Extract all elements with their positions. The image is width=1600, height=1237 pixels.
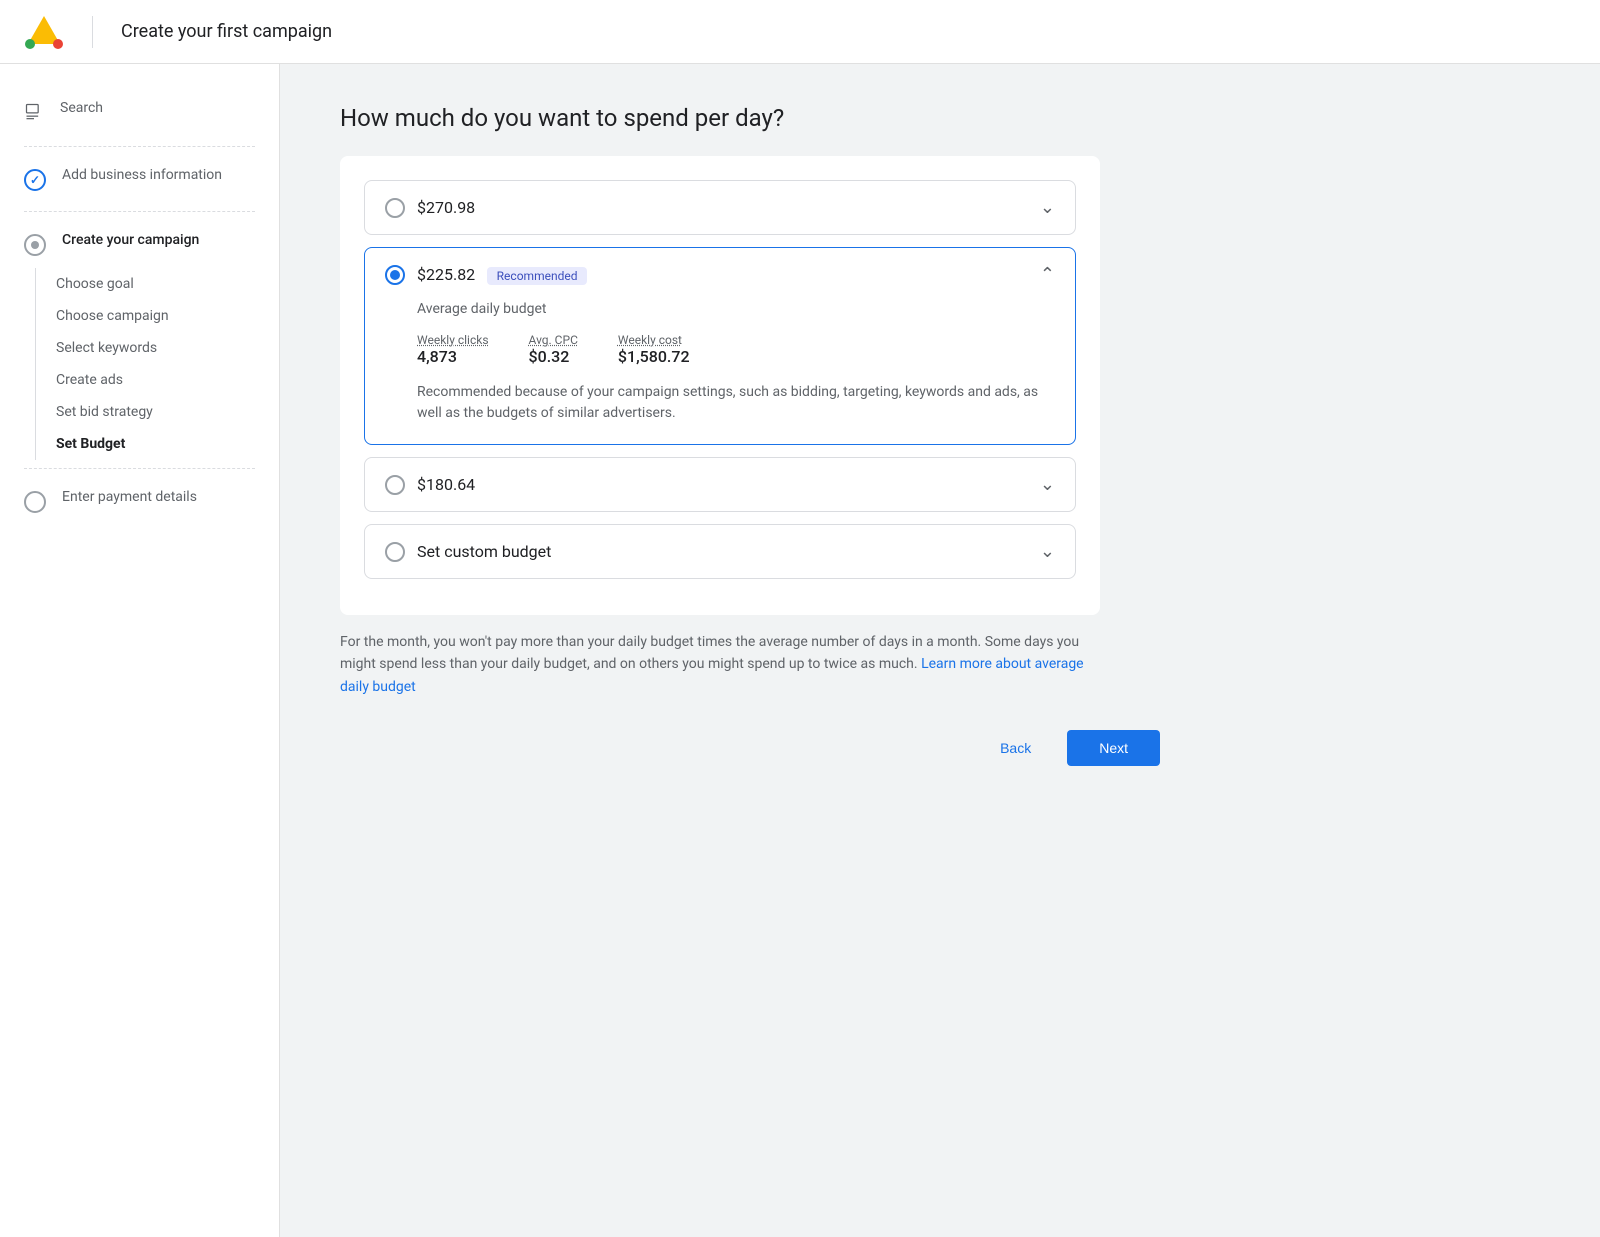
- budget-option-custom-header[interactable]: Set custom budget ⌄: [365, 525, 1075, 578]
- budget-option-180-header[interactable]: $180.64 ⌄: [365, 458, 1075, 511]
- stat-weekly-cost-value: $1,580.72: [618, 347, 690, 366]
- stat-weekly-clicks-value: 4,873: [417, 347, 489, 366]
- sidebar-payment-label: Enter payment details: [62, 489, 197, 505]
- sidebar-divider-2: [24, 211, 255, 212]
- chevron-down-icon-custom: ⌄: [1040, 541, 1055, 562]
- budget-option-270-header[interactable]: $270.98 ⌄: [365, 181, 1075, 234]
- sidebar-subitem-choose-goal[interactable]: Choose goal: [56, 268, 279, 300]
- sidebar-campaign-label: Create your campaign: [62, 232, 199, 248]
- stat-weekly-clicks-label: Weekly clicks: [417, 333, 489, 347]
- sidebar-item-create-campaign[interactable]: Create your campaign: [0, 220, 279, 268]
- main-content: How much do you want to spend per day? $…: [280, 64, 1600, 1237]
- campaign-circle-icon: [24, 234, 46, 256]
- footer-buttons: Back Next: [340, 706, 1220, 790]
- header: Create your first campaign: [0, 0, 1600, 64]
- chevron-up-icon-225: ⌃: [1040, 264, 1055, 285]
- stat-avg-cpc-label: Avg. CPC: [529, 333, 578, 347]
- stat-avg-cpc: Avg. CPC $0.32: [529, 333, 578, 366]
- header-divider: [92, 16, 93, 48]
- bottom-note: For the month, you won't pay more than y…: [340, 631, 1100, 698]
- budget-card: $270.98 ⌄ $225.82 Recommended: [340, 156, 1100, 615]
- recommendation-text: Recommended because of your campaign set…: [417, 382, 1055, 424]
- sidebar-divider-3: [24, 468, 255, 469]
- stat-weekly-cost: Weekly cost $1,580.72: [618, 333, 690, 366]
- radio-225[interactable]: [385, 265, 405, 285]
- sidebar-subitem-create-ads[interactable]: Create ads: [56, 364, 279, 396]
- stat-avg-cpc-value: $0.32: [529, 347, 578, 366]
- sidebar: Search Add business information Create y…: [0, 64, 280, 1237]
- budget-option-270[interactable]: $270.98 ⌄: [364, 180, 1076, 235]
- budget-option-180-left: $180.64: [385, 475, 475, 495]
- budget-option-270-left: $270.98: [385, 198, 475, 218]
- radio-270[interactable]: [385, 198, 405, 218]
- budget-225-title-group: $225.82 Recommended: [417, 265, 587, 284]
- budget-amount-270: $270.98: [417, 198, 475, 217]
- vertical-line: [35, 268, 36, 460]
- recommended-badge: Recommended: [487, 267, 588, 285]
- stat-weekly-cost-label: Weekly cost: [618, 333, 690, 347]
- avg-daily-label: Average daily budget: [417, 301, 1055, 317]
- sidebar-search-label: Search: [60, 100, 103, 116]
- budget-option-225-left: $225.82 Recommended: [385, 265, 587, 285]
- sidebar-item-search[interactable]: Search: [0, 88, 279, 138]
- sidebar-business-label: Add business information: [62, 167, 222, 183]
- budget-option-custom[interactable]: Set custom budget ⌄: [364, 524, 1076, 579]
- sidebar-divider-1: [24, 146, 255, 147]
- radio-225-inner: [390, 270, 400, 280]
- back-button[interactable]: Back: [976, 730, 1055, 766]
- sidebar-subitem-set-bid-strategy[interactable]: Set bid strategy: [56, 396, 279, 428]
- sidebar-subitem-select-keywords[interactable]: Select keywords: [56, 332, 279, 364]
- budget-amount-225: $225.82: [417, 265, 475, 284]
- next-button[interactable]: Next: [1067, 730, 1160, 766]
- budget-option-180[interactable]: $180.64 ⌄: [364, 457, 1076, 512]
- budget-option-225-expanded: Average daily budget Weekly clicks 4,873…: [365, 301, 1075, 444]
- budget-option-225[interactable]: $225.82 Recommended ⌃ Average daily budg…: [364, 247, 1076, 445]
- section-title: How much do you want to spend per day?: [340, 104, 1540, 132]
- budget-option-custom-left: Set custom budget: [385, 542, 551, 562]
- payment-circle-icon: [24, 491, 46, 513]
- completed-icon: [24, 169, 46, 191]
- google-ads-logo: [24, 12, 64, 52]
- campaign-sub-items: Choose goal Choose campaign Select keywo…: [0, 268, 279, 460]
- stat-weekly-clicks: Weekly clicks 4,873: [417, 333, 489, 366]
- chevron-down-icon-270: ⌄: [1040, 197, 1055, 218]
- budget-option-225-header[interactable]: $225.82 Recommended ⌃: [365, 248, 1075, 301]
- sidebar-item-payment[interactable]: Enter payment details: [0, 477, 279, 525]
- sidebar-subitem-set-budget[interactable]: Set Budget: [56, 428, 279, 460]
- sidebar-item-add-business[interactable]: Add business information: [0, 155, 279, 203]
- sidebar-subitem-choose-campaign[interactable]: Choose campaign: [56, 300, 279, 332]
- stats-row: Weekly clicks 4,873 Avg. CPC $0.32 Weekl…: [417, 333, 1055, 366]
- radio-180[interactable]: [385, 475, 405, 495]
- budget-amount-custom: Set custom budget: [417, 542, 551, 561]
- radio-custom[interactable]: [385, 542, 405, 562]
- page-title: Create your first campaign: [121, 21, 332, 42]
- chevron-down-icon-180: ⌄: [1040, 474, 1055, 495]
- search-icon: [24, 102, 44, 126]
- main-layout: Search Add business information Create y…: [0, 64, 1600, 1237]
- logo-area: Create your first campaign: [24, 12, 332, 52]
- budget-amount-180: $180.64: [417, 475, 475, 494]
